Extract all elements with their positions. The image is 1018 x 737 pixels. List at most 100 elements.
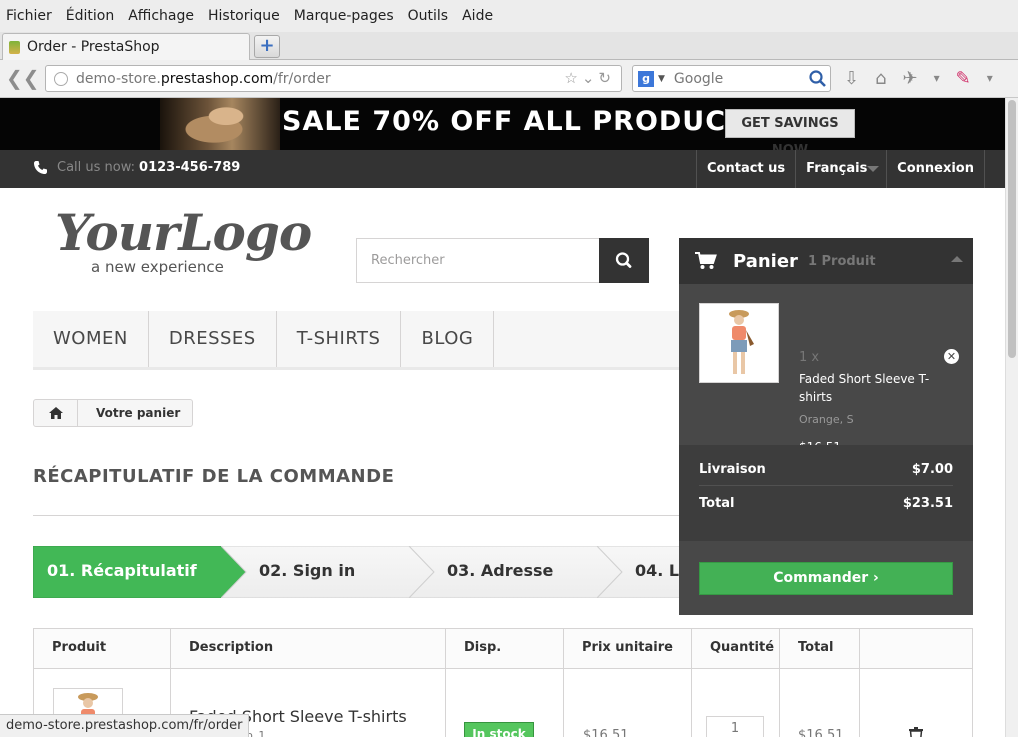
- heading-divider: [33, 515, 679, 516]
- url-prefix: demo-store.: [76, 70, 161, 87]
- menu-outils[interactable]: Outils: [408, 8, 448, 24]
- total-row: Total $23.51: [699, 487, 953, 519]
- browser-navbar: ❮❮ demo-store. prestashop.com/fr/order ☆⌄…: [0, 60, 1018, 98]
- phone-icon: [34, 161, 47, 174]
- browser-tabbar: Order - PrestaShop +: [0, 32, 1018, 60]
- menu-chevron-icon[interactable]: ▾: [987, 68, 993, 89]
- chevron-down-icon[interactable]: ▾: [934, 68, 940, 89]
- breadcrumb-home[interactable]: [34, 400, 78, 426]
- promo-sale-text: SALE 70% OFF ALL PRODUCTS: [282, 106, 766, 137]
- home-icon[interactable]: ⌂: [875, 68, 886, 89]
- browser-tab[interactable]: Order - PrestaShop: [2, 33, 250, 60]
- globe-icon: [54, 71, 68, 86]
- search-icon: [615, 252, 632, 268]
- cart-title: Panier: [733, 250, 798, 272]
- browser-status-url: demo-store.prestashop.com/fr/order: [0, 714, 250, 737]
- new-tab-button[interactable]: +: [254, 35, 280, 58]
- quantity-input[interactable]: 1: [706, 716, 764, 737]
- cart-count: 1 Produit: [807, 253, 876, 269]
- get-savings-button[interactable]: GET SAVINGS NOW: [725, 109, 855, 150]
- language-selector[interactable]: Français: [795, 150, 886, 188]
- cart-item-qty: 1 x: [799, 350, 820, 365]
- cart-header[interactable]: Panier 1 Produit: [679, 238, 973, 284]
- step-label: 01. Récapitulatif: [47, 561, 197, 580]
- menu-historique[interactable]: Historique: [208, 8, 280, 24]
- total-value: $23.51: [902, 495, 953, 511]
- order-steps: 01. Récapitulatif 02. Sign in 03. Adress…: [33, 546, 679, 598]
- menu-affichage[interactable]: Affichage: [128, 8, 194, 24]
- home-icon: [48, 407, 63, 419]
- contact-link[interactable]: Contact us: [696, 150, 795, 188]
- menu-item-women[interactable]: WOMEN: [33, 311, 149, 367]
- tshirt-model-image: [729, 310, 754, 374]
- row-total: $16.51: [798, 728, 844, 737]
- url-domain: prestashop.com: [160, 70, 274, 87]
- search-engine-placeholder: Google: [673, 70, 724, 87]
- breadcrumb-current: Votre panier: [96, 406, 181, 420]
- th-quantity: Quantité: [710, 640, 775, 655]
- page-scrollbar[interactable]: [1005, 98, 1018, 737]
- menu-item-tshirts[interactable]: T-SHIRTS: [277, 311, 402, 367]
- shop-search-input[interactable]: Rechercher: [356, 238, 600, 283]
- shop-logo[interactable]: YourLogo a new experience: [55, 203, 312, 280]
- promo-model-image: [160, 98, 280, 150]
- promo-banner[interactable]: SALE 70% OFF ALL PRODUCTS GET SAVINGS NO…: [0, 98, 1005, 150]
- trash-icon[interactable]: [907, 727, 925, 737]
- shopping-cart-icon: [695, 252, 717, 269]
- menu-edition[interactable]: Édition: [66, 8, 114, 24]
- step-shipping[interactable]: 04. Livraison: [597, 546, 679, 598]
- menu-marque-pages[interactable]: Marque-pages: [294, 8, 394, 24]
- cart-dropdown: Panier 1 Produit 1 x Faded Short Sleeve …: [679, 238, 973, 615]
- menu-fichier[interactable]: Fichier: [6, 8, 52, 24]
- chevron-right-icon: ›: [873, 570, 879, 586]
- cart-totals: Livraison $7.00 Total $23.51: [679, 445, 973, 541]
- addon-icon[interactable]: ✈: [903, 68, 918, 89]
- menu-aide[interactable]: Aide: [462, 8, 493, 24]
- brush-icon[interactable]: ✎: [956, 68, 971, 89]
- row-unit-price: $16.51: [583, 728, 629, 737]
- step-address[interactable]: 03. Adresse: [409, 546, 623, 598]
- th-product: Produit: [52, 640, 107, 655]
- prestashop-favicon-icon: [9, 40, 20, 54]
- shop-search-button[interactable]: [599, 238, 649, 283]
- step-summary[interactable]: 01. Récapitulatif: [33, 546, 247, 598]
- step-label: 03. Adresse: [447, 561, 554, 580]
- caret-up-icon[interactable]: [951, 256, 963, 262]
- cart-item-name[interactable]: Faded Short Sleeve T-shirts: [799, 370, 939, 406]
- shop-phone: Call us now: 0123-456-789: [33, 160, 240, 175]
- tab-title: Order - PrestaShop: [27, 39, 160, 55]
- remove-item-icon[interactable]: ✕: [944, 349, 959, 364]
- search-icon[interactable]: [808, 69, 827, 88]
- menu-item-dresses[interactable]: DRESSES: [149, 311, 277, 367]
- checkout-label: Commander: [773, 570, 869, 586]
- shop-topnav: Call us now: 0123-456-789 Contact us Fra…: [0, 150, 1005, 188]
- shipping-value: $7.00: [911, 462, 953, 477]
- engine-dropdown-icon[interactable]: ▼: [658, 74, 665, 84]
- language-label: Français: [806, 161, 868, 176]
- url-bar[interactable]: demo-store. prestashop.com/fr/order ☆⌄↻: [45, 65, 622, 92]
- browser-menubar: Fichier Édition Affichage Historique Mar…: [0, 0, 1018, 32]
- cart-item-attributes: Orange, S: [799, 413, 854, 426]
- logo-tagline: a new experience: [91, 258, 224, 276]
- checkout-button[interactable]: Commander ›: [699, 562, 953, 595]
- bookmark-star-icon[interactable]: ☆⌄↻: [564, 69, 615, 87]
- th-availability: Disp.: [464, 640, 502, 655]
- menu-item-blog[interactable]: BLOG: [401, 311, 495, 367]
- logo-text: YourLogo: [55, 203, 312, 262]
- login-link[interactable]: Connexion: [886, 150, 985, 188]
- download-icon[interactable]: ⇩: [844, 68, 859, 89]
- scrollbar-thumb[interactable]: [1008, 100, 1016, 358]
- url-path: /fr/order: [273, 70, 331, 87]
- back-arrow-icon[interactable]: ❮❮: [6, 68, 40, 90]
- category-menu: WOMEN DRESSES T-SHIRTS BLOG: [33, 311, 679, 370]
- call-label: Call us now:: [57, 160, 136, 175]
- step-label: 04. Livraison: [635, 561, 679, 580]
- step-signin[interactable]: 02. Sign in: [221, 546, 435, 598]
- th-total: Total: [798, 640, 834, 655]
- browser-search-bar[interactable]: g ▼ Google: [632, 65, 831, 92]
- shipping-row: Livraison $7.00: [699, 454, 953, 486]
- cart-item-image[interactable]: [699, 303, 779, 383]
- google-engine-icon[interactable]: g: [638, 70, 654, 87]
- th-unit-price: Prix unitaire: [582, 640, 673, 655]
- phone-number: 0123-456-789: [139, 160, 241, 175]
